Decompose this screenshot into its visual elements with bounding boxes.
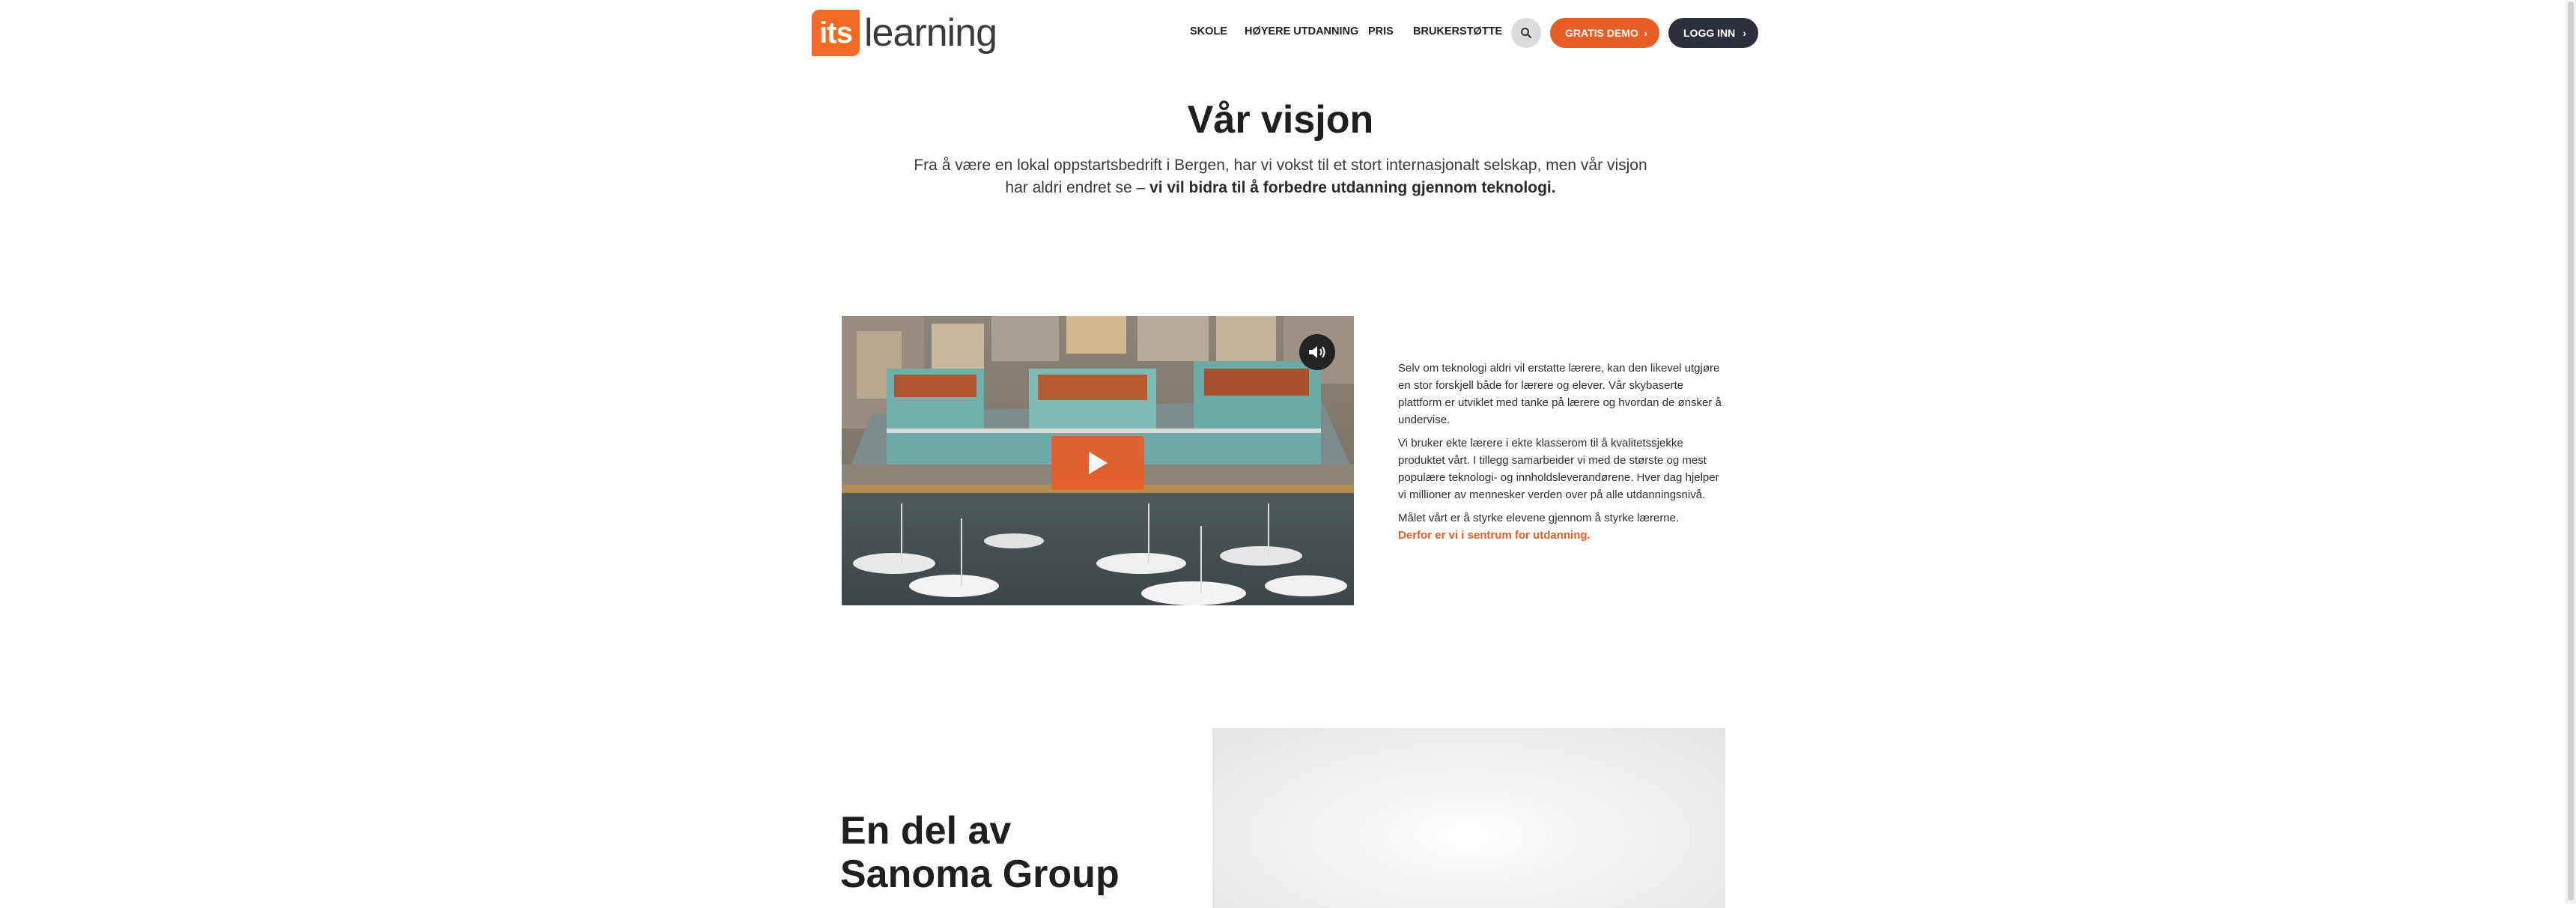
- vision-lead: Fra å være en lokal oppstartsbedrift i B…: [914, 154, 1647, 199]
- about-goal: Målet vårt er å styrke elevene gjennom å…: [1398, 512, 1680, 524]
- logo-mark: its: [812, 10, 860, 56]
- play-icon: [1089, 452, 1108, 474]
- about-accent: Derfor er vi i sentrum for utdanning.: [1398, 529, 1591, 542]
- search-icon: [1521, 28, 1532, 39]
- sanoma-image: [1212, 728, 1725, 908]
- chevron-right-icon: ›: [1644, 27, 1647, 39]
- scrollbar-thumb[interactable]: [2568, 1, 2574, 901]
- login-label: LOGG INN: [1683, 27, 1736, 39]
- search-button[interactable]: [1511, 18, 1541, 48]
- about-paragraph-2: Vi bruker ekte lærere i ekte klasserom t…: [1398, 437, 1719, 501]
- about-paragraph-3: Målet vårt er å styrke elevene gjennom å…: [1398, 509, 1728, 544]
- logo-wordmark: learning: [864, 11, 997, 55]
- login-button[interactable]: LOGG INN ›: [1668, 18, 1758, 48]
- vision-lead-bold: vi vil bidra til å forbedre utdanning gj…: [1149, 179, 1556, 196]
- nav-item-skole[interactable]: SKOLE: [1190, 25, 1227, 37]
- logo[interactable]: its learning: [812, 9, 997, 57]
- sanoma-heading: En del av Sanoma Group: [840, 809, 1120, 896]
- nav-item-pris[interactable]: PRIS: [1368, 25, 1394, 37]
- about-text: Selv om teknologi aldri vil erstatte lær…: [1398, 360, 1728, 550]
- nav-item-hoyere-utdanning[interactable]: HØYERE UTDANNING: [1245, 25, 1358, 37]
- mute-button[interactable]: [1299, 334, 1335, 370]
- free-demo-button[interactable]: GRATIS DEMO ›: [1550, 18, 1659, 48]
- volume-icon: [1309, 346, 1325, 358]
- about-paragraph-1: Selv om teknologi aldri vil erstatte lær…: [1398, 362, 1722, 426]
- nav-item-brukerstotte[interactable]: BRUKERSTØTTE: [1413, 25, 1502, 37]
- vision-title: Vår visjon: [1187, 98, 1374, 142]
- chevron-right-icon: ›: [1743, 27, 1746, 39]
- free-demo-label: GRATIS DEMO: [1565, 27, 1638, 39]
- play-button[interactable]: [1051, 436, 1144, 490]
